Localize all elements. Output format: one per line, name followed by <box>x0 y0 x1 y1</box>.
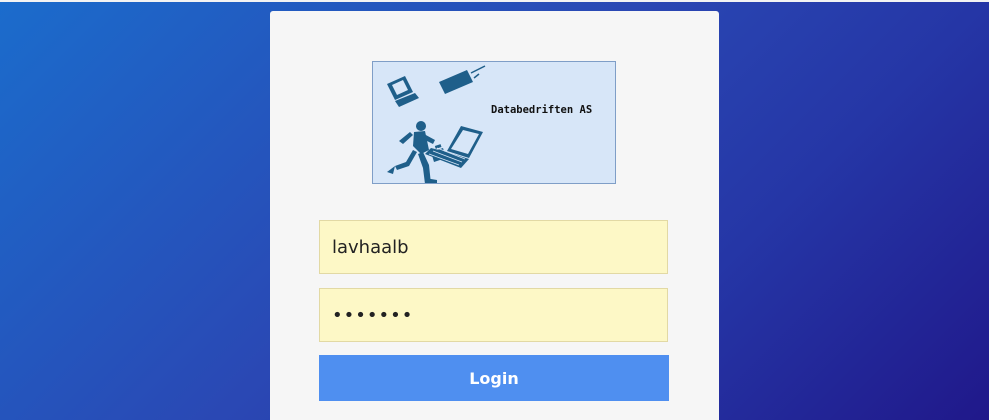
company-logo: Databedriften AS <box>372 61 616 184</box>
password-field[interactable] <box>319 288 668 342</box>
login-button[interactable]: Login <box>319 355 669 401</box>
username-field[interactable] <box>319 220 668 274</box>
top-edge-line <box>0 0 989 2</box>
login-card: Databedriften AS Login <box>270 11 719 420</box>
cable-device-icon <box>439 65 486 94</box>
logo-artwork <box>387 65 486 183</box>
logo-company-name: Databedriften AS <box>491 104 593 116</box>
computer-icon <box>387 76 419 107</box>
laptop-icon <box>425 126 483 168</box>
